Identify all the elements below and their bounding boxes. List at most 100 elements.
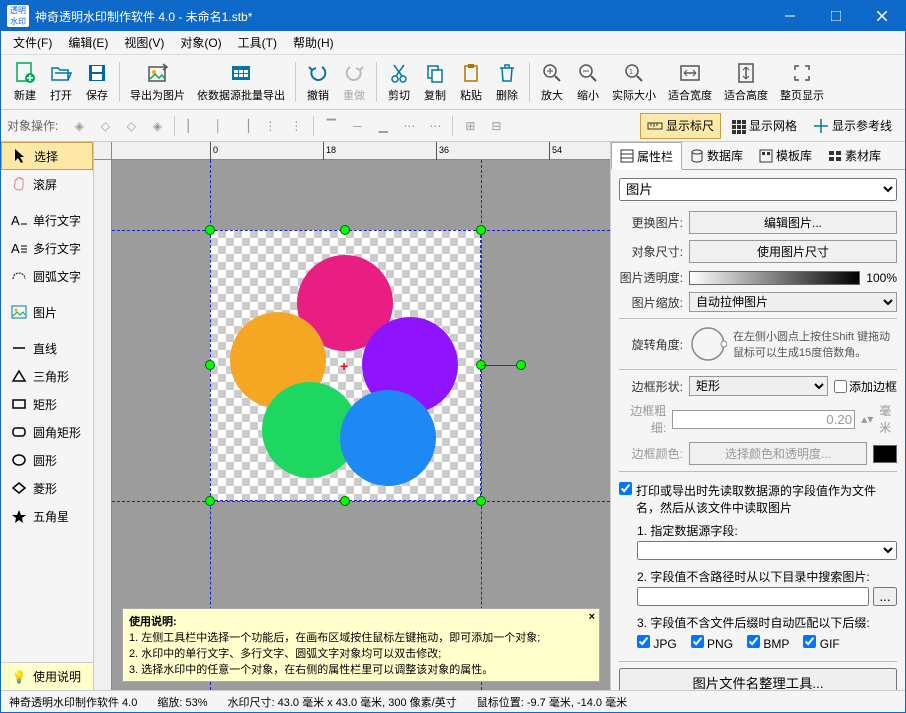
tool-circle[interactable]: 圆形: [1, 446, 93, 474]
zoom-in-button[interactable]: 放大: [534, 59, 570, 105]
show-ruler-toggle[interactable]: 显示标尺: [640, 113, 721, 139]
scale-select[interactable]: 自动拉伸图片: [689, 292, 897, 312]
minimize-button[interactable]: [767, 1, 813, 31]
show-grid-toggle[interactable]: 显示网格: [723, 113, 804, 139]
tab-properties[interactable]: 属性栏: [611, 142, 682, 170]
use-image-size-button[interactable]: 使用图片尺寸: [689, 240, 897, 263]
png-checkbox[interactable]: [691, 635, 704, 648]
layer-up-icon[interactable]: ◇: [92, 114, 118, 138]
tool-diamond[interactable]: 菱形: [1, 474, 93, 502]
field1-label: 1. 指定数据源字段:: [619, 516, 897, 541]
selection-box[interactable]: [210, 230, 481, 501]
save-button[interactable]: 保存: [79, 59, 115, 105]
handle-tl[interactable]: [205, 225, 215, 235]
paste-button[interactable]: 粘贴: [453, 59, 489, 105]
fit-width-button[interactable]: 适合宽度: [662, 59, 718, 105]
tool-multi-text[interactable]: A多行文字: [1, 234, 93, 262]
hint-line3: 3. 选择水印中的任意一个对象，在右侧的属性栏里可以调整该对象的属性。: [129, 661, 593, 677]
handle-ml[interactable]: [205, 360, 215, 370]
menu-tools[interactable]: 工具(T): [230, 32, 285, 53]
edit-image-button[interactable]: 编辑图片...: [689, 211, 897, 234]
opacity-slider[interactable]: [689, 271, 860, 285]
handle-br[interactable]: [476, 496, 486, 506]
dist-v2-icon[interactable]: ⋯: [422, 114, 448, 138]
tool-round-rect[interactable]: 圆角矩形: [1, 418, 93, 446]
field2-browse-button[interactable]: ...: [873, 587, 897, 606]
tool-rect[interactable]: 矩形: [1, 390, 93, 418]
tool-triangle[interactable]: 三角形: [1, 362, 93, 390]
open-button[interactable]: 打开: [43, 59, 79, 105]
copy-button[interactable]: 复制: [417, 59, 453, 105]
tab-assets[interactable]: 素材库: [820, 142, 889, 169]
export-batch-button[interactable]: 依数据源批量导出: [191, 59, 291, 105]
field-enable-checkbox[interactable]: [619, 482, 632, 495]
delete-button[interactable]: 删除: [489, 59, 525, 105]
object-type-select[interactable]: 图片: [619, 178, 897, 201]
filename-tool-button[interactable]: 图片文件名整理工具...: [619, 668, 897, 690]
fit-height-button[interactable]: 适合高度: [718, 59, 774, 105]
tool-star[interactable]: 五角星: [1, 502, 93, 530]
tool-single-text[interactable]: A单行文字: [1, 206, 93, 234]
bmp-checkbox[interactable]: [747, 635, 760, 648]
menu-help[interactable]: 帮助(H): [285, 32, 342, 53]
handle-rotate[interactable]: [516, 360, 526, 370]
fit-page-button[interactable]: 整页显示: [774, 59, 830, 105]
hint-close-button[interactable]: ×: [589, 611, 595, 623]
align-top-icon[interactable]: ▔: [318, 114, 344, 138]
tab-templates[interactable]: 模板库: [751, 142, 820, 169]
color-swatch[interactable]: [873, 445, 897, 463]
menu-object[interactable]: 对象(O): [172, 32, 229, 53]
layer-front-icon[interactable]: ◈: [66, 114, 92, 138]
database-icon: [690, 149, 704, 163]
handle-tc[interactable]: [340, 225, 350, 235]
layer-down-icon[interactable]: ◇: [118, 114, 144, 138]
close-button[interactable]: [859, 1, 905, 31]
gif-checkbox[interactable]: [803, 635, 816, 648]
handle-tr[interactable]: [476, 225, 486, 235]
align-center-h-icon[interactable]: │: [205, 114, 231, 138]
align-right-icon[interactable]: ▕: [231, 114, 257, 138]
align-bottom-icon[interactable]: ▁: [370, 114, 396, 138]
dist-h-icon[interactable]: ⋮: [257, 114, 283, 138]
ungroup-icon[interactable]: ⊟: [483, 114, 509, 138]
guide-h-bottom[interactable]: [112, 501, 610, 502]
add-border-checkbox[interactable]: [834, 380, 847, 393]
new-button[interactable]: 新建: [7, 59, 43, 105]
handle-bl[interactable]: [205, 496, 215, 506]
handle-bc[interactable]: [340, 496, 350, 506]
dist-v-icon[interactable]: ⋯: [396, 114, 422, 138]
tool-line[interactable]: 直线: [1, 334, 93, 362]
border-width-input[interactable]: [672, 410, 855, 429]
canvas-area[interactable]: 0 18 36 54: [94, 142, 610, 690]
export-image-button[interactable]: 导出为图片: [124, 59, 191, 105]
jpg-checkbox[interactable]: [637, 635, 650, 648]
cut-button[interactable]: 剪切: [381, 59, 417, 105]
window-title: 神奇透明水印制作软件 4.0 - 未命名1.stb*: [35, 8, 767, 25]
tool-select[interactable]: 选择: [1, 142, 93, 170]
show-guides-toggle[interactable]: 显示参考线: [806, 113, 899, 139]
tool-pan[interactable]: 滚屏: [1, 170, 93, 198]
layer-back-icon[interactable]: ◈: [144, 114, 170, 138]
scale-label: 图片缩放:: [619, 294, 683, 311]
field2-input[interactable]: [637, 587, 869, 606]
align-center-v-icon[interactable]: ─: [344, 114, 370, 138]
menu-view[interactable]: 视图(V): [116, 32, 172, 53]
dist-h2-icon[interactable]: ⋮: [283, 114, 309, 138]
border-shape-select[interactable]: 矩形: [689, 376, 828, 396]
tab-database[interactable]: 数据库: [682, 142, 751, 169]
undo-button[interactable]: 撤销: [300, 59, 336, 105]
zoom-out-button[interactable]: 缩小: [570, 59, 606, 105]
tool-arc-text[interactable]: 圆弧文字: [1, 262, 93, 290]
menu-file[interactable]: 文件(F): [5, 32, 60, 53]
maximize-button[interactable]: [813, 1, 859, 31]
help-button[interactable]: 💡使用说明: [1, 662, 93, 690]
align-left-icon[interactable]: ▏: [179, 114, 205, 138]
rotate-dial[interactable]: [689, 325, 727, 363]
tool-image[interactable]: 图片: [1, 298, 93, 326]
group-icon[interactable]: ⊞: [457, 114, 483, 138]
field1-select[interactable]: [637, 541, 897, 560]
choose-color-button[interactable]: 选择颜色和透明度...: [689, 442, 867, 465]
redo-button[interactable]: 重做: [336, 59, 372, 105]
actual-size-button[interactable]: 1实际大小: [606, 59, 662, 105]
menu-edit[interactable]: 编辑(E): [60, 32, 116, 53]
